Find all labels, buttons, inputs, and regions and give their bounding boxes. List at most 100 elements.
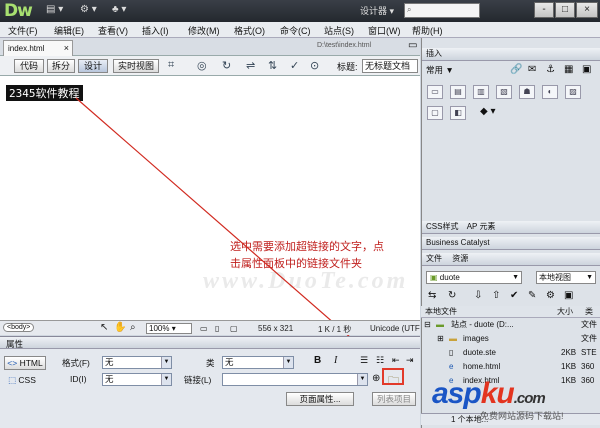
file-row-site[interactable]: ⊟ ▬ 站点 - duote (D:... 文件	[421, 319, 600, 331]
menu-format[interactable]: 格式(O)	[234, 24, 265, 37]
close-tab-icon[interactable]: ×	[64, 43, 69, 53]
css-button[interactable]: ⬚ CSS	[8, 375, 46, 389]
hyperlink-icon[interactable]: 🔗	[510, 64, 522, 75]
tab-assets[interactable]: 资源	[452, 254, 468, 263]
indent-icon[interactable]: ⇥	[406, 355, 414, 366]
restore-icon[interactable]: ▭	[408, 40, 417, 51]
div-icon[interactable]: ▣	[582, 64, 591, 75]
media-icon[interactable]: ▤	[450, 85, 466, 99]
sync-icon[interactable]: ⚙	[546, 290, 555, 301]
script-icon[interactable]: ▨	[565, 85, 581, 99]
point-to-file-icon[interactable]: ⊕	[372, 373, 380, 384]
expand-icon[interactable]: ⊞	[437, 333, 444, 345]
preview-size-icon-3[interactable]: ▢	[230, 324, 238, 333]
tab-css-styles[interactable]: CSS样式	[426, 222, 458, 231]
menu-help[interactable]: 帮助(H)	[412, 24, 443, 37]
code-view-button[interactable]: 代码	[14, 59, 44, 73]
template-icon[interactable]: ▢	[427, 106, 443, 120]
outdent-icon[interactable]: ⇤	[392, 355, 400, 366]
window-size[interactable]: 556 x 321	[258, 324, 293, 333]
insert-category-select[interactable]: 常用 ▼	[426, 64, 478, 77]
view-select[interactable]: 本地视图 ▼	[536, 271, 596, 284]
unordered-list-icon[interactable]: ☰	[360, 355, 368, 366]
col-local-files[interactable]: 本地文件	[425, 306, 457, 317]
hand-tool-icon[interactable]: ✋	[114, 322, 126, 333]
select-tool-icon[interactable]: ↖	[100, 322, 108, 333]
put-files-icon[interactable]: ⇧	[492, 290, 500, 301]
ordered-list-icon[interactable]: ☷	[376, 355, 384, 366]
preview-size-icon-1[interactable]: ▭	[200, 324, 208, 333]
widget-icon[interactable]: ◆ ▾	[480, 106, 496, 117]
preview-size-icon-2[interactable]: ▯	[215, 324, 219, 333]
layout-icon[interactable]: ▤ ▾	[46, 4, 63, 18]
zoom-select[interactable]: 100% ▾	[146, 323, 192, 334]
email-icon[interactable]: ✉	[528, 64, 536, 75]
minimize-button[interactable]: -	[534, 2, 554, 18]
gear-icon[interactable]: ⚙ ▾	[80, 4, 97, 18]
check-in-icon[interactable]: ✎	[528, 290, 536, 301]
business-catalyst-header[interactable]: Business Catalyst	[422, 237, 600, 250]
server-include-icon[interactable]: ▧	[496, 85, 512, 99]
site-icon[interactable]: ♣ ▾	[112, 4, 126, 18]
zoom-tool-icon[interactable]: ⌕	[130, 322, 136, 333]
file-management-icon[interactable]: ⇅	[268, 59, 277, 72]
refresh-icon[interactable]: ↻	[222, 59, 231, 72]
insert-panel-header[interactable]: 插入	[422, 48, 600, 61]
visual-aids-icon[interactable]: ⇌	[246, 59, 255, 72]
anchor-icon[interactable]: ⚓	[546, 64, 555, 75]
browser-preview-icon[interactable]: ◎	[197, 59, 207, 72]
expand-icon[interactable]: ▣	[564, 290, 573, 301]
menu-commands[interactable]: 命令(C)	[280, 24, 311, 37]
maximize-button[interactable]: □	[555, 2, 575, 18]
col-type[interactable]: 类	[585, 306, 593, 317]
image-icon[interactable]: ▭	[427, 85, 443, 99]
split-view-button[interactable]: 拆分	[47, 59, 75, 73]
validate-icon[interactable]: ⊙	[310, 59, 319, 72]
menu-site[interactable]: 站点(S)	[324, 24, 354, 37]
check-page-icon[interactable]: ✓	[290, 59, 299, 72]
search-input[interactable]: ⌕	[404, 3, 480, 18]
menu-insert[interactable]: 插入(I)	[142, 24, 169, 37]
italic-button[interactable]: I	[334, 355, 337, 366]
get-files-icon[interactable]: ⇩	[474, 290, 482, 301]
refresh-icon[interactable]: ↻	[448, 290, 456, 301]
file-row-images[interactable]: ⊞ ▬ images 文件	[421, 333, 600, 345]
tag-chooser-icon[interactable]: ◧	[450, 106, 466, 120]
menu-window[interactable]: 窗口(W)	[368, 24, 401, 37]
file-row-home[interactable]: e home.html 1KB 360	[421, 361, 600, 373]
site-select[interactable]: ▣ duote ▼	[426, 271, 522, 284]
live-view-button[interactable]: 实时视图	[113, 59, 159, 73]
design-view-button[interactable]: 设计	[78, 59, 108, 73]
collapse-icon[interactable]: ⊟	[424, 319, 431, 331]
head-icon[interactable]: ◐	[542, 85, 558, 99]
html-button[interactable]: <> HTML	[4, 356, 46, 370]
format-select[interactable]: 无 ▼	[102, 356, 172, 369]
title-input[interactable]: 无标题文档	[362, 59, 418, 73]
tab-files[interactable]: 文件	[426, 254, 442, 263]
menu-file[interactable]: 文件(F)	[8, 24, 38, 37]
menu-view[interactable]: 查看(V)	[98, 24, 128, 37]
workspace-switcher[interactable]: 设计器 ▾	[360, 4, 404, 18]
inspect-icon[interactable]: ⌗	[168, 59, 174, 72]
bold-button[interactable]: B	[314, 355, 321, 366]
page-properties-button[interactable]: 页面属性...	[286, 392, 354, 406]
close-button[interactable]: ×	[576, 2, 598, 18]
col-size[interactable]: 大小	[557, 306, 573, 317]
date-icon[interactable]: ▥	[473, 85, 489, 99]
id-select[interactable]: 无 ▼	[102, 373, 172, 386]
tab-index-html[interactable]: index.html ×	[3, 40, 73, 56]
tag-selector[interactable]: <body>	[3, 323, 35, 332]
check-out-icon[interactable]: ✔	[510, 290, 518, 301]
selected-text[interactable]: 2345软件教程	[6, 85, 83, 101]
menu-modify[interactable]: 修改(M)	[188, 24, 220, 37]
list-item-button[interactable]: 列表项目	[372, 392, 416, 406]
class-select[interactable]: 无 ▼	[222, 356, 294, 369]
table-icon[interactable]: ▦	[564, 64, 573, 75]
tab-ap-elements[interactable]: AP 元素	[467, 222, 496, 231]
menu-edit[interactable]: 编辑(E)	[54, 24, 84, 37]
link-input[interactable]: ▼	[222, 373, 368, 386]
file-row-ste[interactable]: ▯ duote.ste 2KB STE	[421, 347, 600, 359]
connect-icon[interactable]: ⇆	[428, 290, 436, 301]
comment-icon[interactable]: ☗	[519, 85, 535, 99]
design-canvas[interactable]: 2345软件教程 www.DuoTe.com 选中需要添加超链接的文字，点击属性…	[0, 76, 420, 320]
